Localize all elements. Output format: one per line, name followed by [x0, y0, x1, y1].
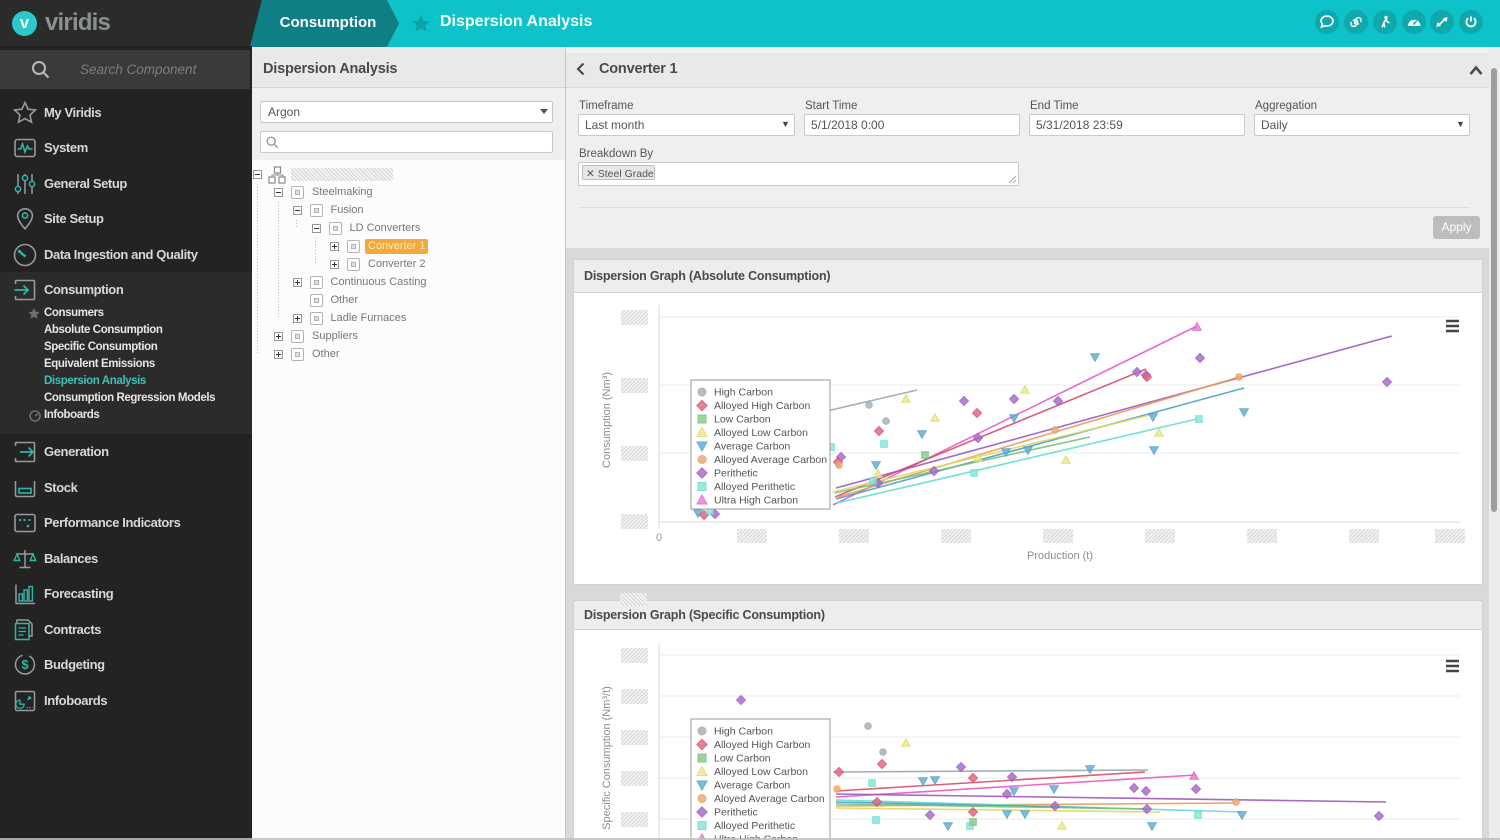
- svg-text:$: $: [21, 657, 29, 672]
- svg-text:Average Carbon: Average Carbon: [714, 441, 790, 453]
- svg-text:Alloyed Low Carbon: Alloyed Low Carbon: [714, 766, 808, 778]
- svg-text:Production (t): Production (t): [1027, 550, 1093, 562]
- svg-text:Alloyed Perithetic: Alloyed Perithetic: [714, 481, 795, 493]
- svg-text:Average Carbon: Average Carbon: [714, 780, 790, 792]
- svg-text:0: 0: [656, 532, 662, 544]
- svg-text:High Carbon: High Carbon: [714, 726, 773, 738]
- svg-text:Low Carbon: Low Carbon: [714, 753, 771, 765]
- svg-text:Alloyed Perithetic: Alloyed Perithetic: [714, 820, 795, 832]
- svg-text:Perithetic: Perithetic: [714, 468, 758, 480]
- svg-text:Consumption (Nm³): Consumption (Nm³): [601, 372, 613, 468]
- svg-text:Low Carbon: Low Carbon: [714, 414, 771, 426]
- svg-text:Ultra High Carbon: Ultra High Carbon: [714, 495, 798, 507]
- svg-text:Aloyed Average Carbon: Aloyed Average Carbon: [714, 793, 825, 805]
- svg-text:Alloyed Average Carbon: Alloyed Average Carbon: [714, 454, 827, 466]
- svg-text:Alloyed High Carbon: Alloyed High Carbon: [714, 400, 810, 412]
- svg-text:Alloyed High Carbon: Alloyed High Carbon: [714, 739, 810, 751]
- svg-text:Alloyed Low Carbon: Alloyed Low Carbon: [714, 427, 808, 439]
- svg-text:Perithetic: Perithetic: [714, 807, 758, 819]
- svg-text:Specific Consumption (Nm³/t): Specific Consumption (Nm³/t): [601, 686, 613, 830]
- svg-text:High Carbon: High Carbon: [714, 387, 773, 399]
